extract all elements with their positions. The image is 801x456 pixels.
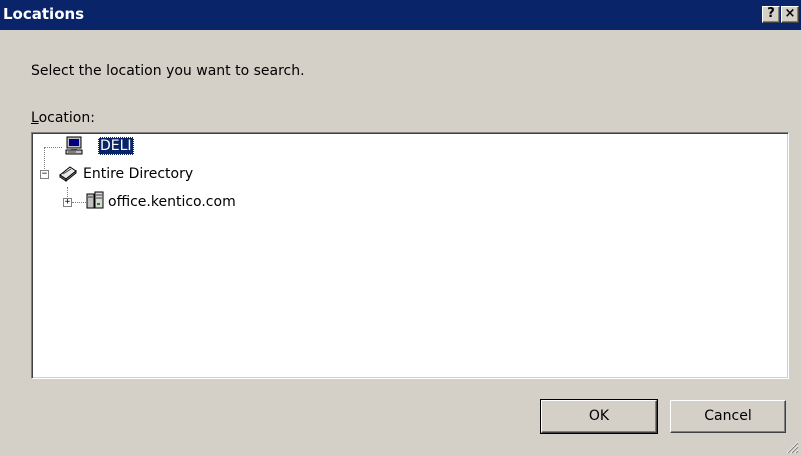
computer-icon: [65, 136, 83, 155]
ok-button[interactable]: OK: [540, 399, 658, 434]
tree-item-label: Entire Directory: [83, 166, 194, 182]
resize-grip-icon[interactable]: [785, 440, 799, 454]
location-label: Location:: [31, 110, 95, 126]
window-title: Locations: [3, 5, 85, 23]
location-label-text: ocation:: [38, 110, 95, 126]
tree-item-label: office.kentico.com: [108, 194, 236, 210]
directory-book-icon: [59, 166, 77, 183]
tree-item-deli[interactable]: DELI: [32, 136, 232, 157]
tree-item-office-kentico-com[interactable]: + office.kentico.com: [32, 191, 332, 213]
domain-servers-icon: [86, 191, 104, 209]
instruction-text: Select the location you want to search.: [31, 63, 305, 79]
help-button[interactable]: ?: [762, 6, 780, 23]
collapse-toggle[interactable]: −: [40, 170, 49, 179]
tree-item-entire-directory[interactable]: − Entire Directory: [32, 165, 292, 185]
cancel-button[interactable]: Cancel: [670, 400, 786, 433]
locations-dialog: Locations ? × Select the location you wa…: [0, 0, 801, 456]
close-button[interactable]: ×: [781, 6, 799, 23]
title-bar[interactable]: Locations ? ×: [0, 0, 801, 30]
tree-item-label: DELI: [98, 137, 134, 155]
location-label-accelerator: L: [31, 110, 39, 126]
expand-toggle[interactable]: +: [63, 198, 72, 207]
location-tree[interactable]: DELI − Entire Directory + office.kentico…: [31, 132, 789, 379]
